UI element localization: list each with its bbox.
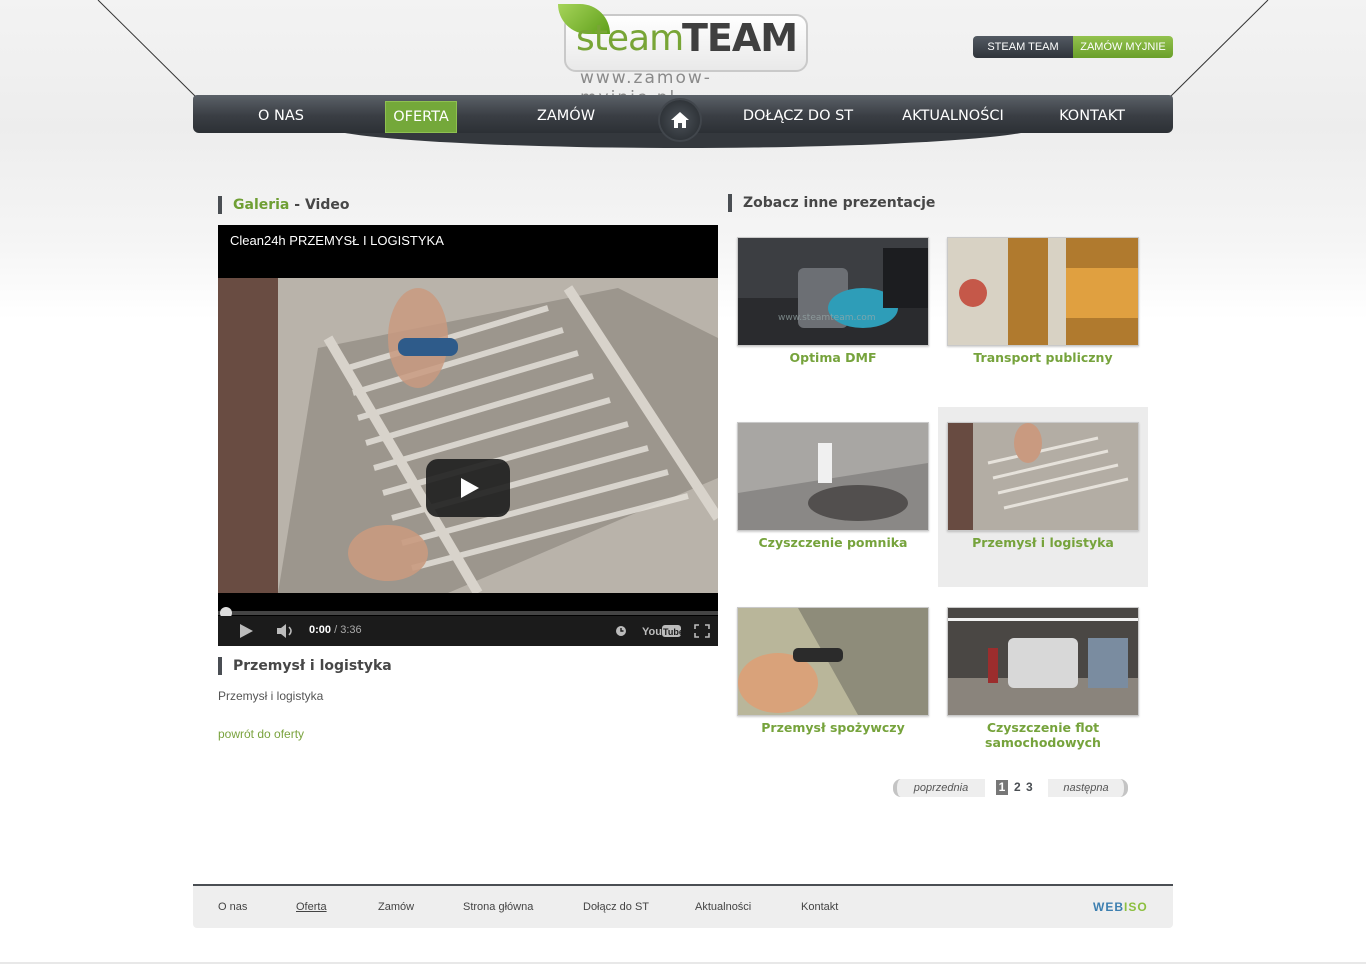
- logo-steam-text: steam: [576, 18, 684, 59]
- thumb-label-przemysl-logistyka[interactable]: Przemysł i logistyka: [938, 535, 1148, 550]
- video-progress-bar[interactable]: [218, 611, 718, 615]
- thumb-card[interactable]: www.steamteam.com Optima DMF: [728, 222, 938, 402]
- watch-later-icon[interactable]: [615, 625, 627, 637]
- thumb-label-optima-dmf[interactable]: Optima DMF: [728, 350, 938, 365]
- back-to-offer-link[interactable]: powrót do oferty: [218, 727, 304, 741]
- video-player[interactable]: Clean24h PRZEMYSŁ I LOGISTYKA 0:00 / 3:3…: [218, 225, 718, 646]
- svg-text:You: You: [642, 626, 662, 638]
- play-overlay-button[interactable]: [426, 459, 510, 517]
- thumb-label-czyszczenie-flot[interactable]: Czyszczenie flot samochodowych: [938, 720, 1148, 750]
- logo[interactable]: steam TEAM www.zamow-myjnie.pl: [558, 4, 808, 108]
- thumb-czyszczenie-flot: [948, 608, 1138, 715]
- nav-item-kontakt[interactable]: KONTAKT: [1053, 101, 1131, 131]
- footer-link-dolacz[interactable]: Dołącz do ST: [583, 901, 649, 913]
- item-heading: Przemysł i logistyka: [218, 657, 392, 675]
- video-current-time: 0:00: [309, 624, 332, 636]
- thumb-czyszczenie-pomnika: [738, 423, 928, 530]
- webiso-credit-iso: ISO: [1124, 900, 1148, 914]
- thumb-transport-publiczny: [948, 238, 1138, 345]
- webiso-credit-logo[interactable]: WEBISO: [1093, 900, 1148, 914]
- pager-prev-button[interactable]: poprzednia: [893, 779, 985, 797]
- thumb-image[interactable]: [947, 607, 1139, 716]
- thumb-card[interactable]: Przemysł spożywczy: [728, 592, 938, 772]
- gallery-heading-rest: Video: [304, 197, 350, 213]
- pager-next-button[interactable]: następna: [1048, 779, 1128, 797]
- steam-team-button[interactable]: STEAM TEAM: [973, 36, 1073, 58]
- video-title[interactable]: Clean24h PRZEMYSŁ I LOGISTYKA: [230, 233, 444, 248]
- pager-page-2[interactable]: 2: [1014, 780, 1021, 795]
- thumb-watermark: www.steamteam.com: [778, 313, 876, 323]
- thumb-card[interactable]: Czyszczenie pomnika: [728, 407, 938, 587]
- home-button[interactable]: [660, 100, 700, 140]
- thumb-optima-dmf: www.steamteam.com: [738, 238, 928, 345]
- thumb-card[interactable]: Czyszczenie flot samochodowych: [938, 592, 1148, 772]
- footer-link-zamow[interactable]: Zamów: [378, 901, 414, 913]
- video-frame[interactable]: [218, 278, 718, 593]
- pager-page-3[interactable]: 3: [1026, 780, 1033, 795]
- nav-item-aktualnosci[interactable]: AKTUALNOŚCI: [899, 101, 1007, 131]
- logo-team-text: TEAM: [682, 16, 798, 60]
- fullscreen-icon[interactable]: [694, 624, 710, 638]
- thumb-label-transport-publiczny[interactable]: Transport publiczny: [938, 350, 1148, 365]
- video-time: 0:00 / 3:36: [309, 624, 362, 636]
- thumb-label-przemysl-spozywczy[interactable]: Przemysł spożywczy: [728, 720, 938, 735]
- video-controls: 0:00 / 3:36 You Tube: [218, 616, 718, 646]
- item-description: Przemysł i logistyka: [218, 689, 324, 703]
- video-still: [218, 278, 718, 593]
- gallery-heading-dash: -: [289, 197, 305, 213]
- footer: O nas Oferta Zamów Strona główna Dołącz …: [193, 884, 1173, 928]
- thumb-image[interactable]: [737, 422, 929, 531]
- play-icon: [461, 478, 479, 498]
- home-icon: [671, 112, 689, 128]
- svg-text:Tube: Tube: [663, 627, 682, 637]
- footer-link-kontakt[interactable]: Kontakt: [801, 901, 838, 913]
- nav-item-zamow[interactable]: ZAMÓW: [531, 101, 601, 131]
- youtube-logo-icon[interactable]: You Tube: [642, 623, 682, 639]
- pager-page-1[interactable]: 1: [996, 780, 1008, 795]
- top-links: STEAM TEAM ZAMÓW MYJNIE: [973, 36, 1173, 58]
- nav-item-o-nas[interactable]: O NAS: [249, 101, 313, 131]
- thumb-przemysl-logistyka: [948, 423, 1138, 530]
- gallery-heading: Galeria - Video: [218, 196, 349, 214]
- video-duration: 3:36: [340, 624, 362, 636]
- play-small-icon[interactable]: [238, 623, 254, 639]
- thumb-card[interactable]: Transport publiczny: [938, 222, 1148, 402]
- footer-link-o-nas[interactable]: O nas: [218, 901, 247, 913]
- thumb-image[interactable]: [947, 422, 1139, 531]
- nav-item-oferta[interactable]: OFERTA: [385, 101, 457, 133]
- webiso-credit-web: WEB: [1093, 900, 1124, 914]
- footer-link-strona-glowna[interactable]: Strona główna: [463, 901, 533, 913]
- footer-link-oferta[interactable]: Oferta: [296, 901, 327, 913]
- zamow-myjnie-button[interactable]: ZAMÓW MYJNIE: [1073, 36, 1173, 58]
- others-heading: Zobacz inne prezentacje: [728, 194, 935, 212]
- gallery-heading-green: Galeria: [233, 197, 290, 213]
- thumb-przemysl-spozywczy: [738, 608, 928, 715]
- video-time-separator: /: [331, 624, 341, 636]
- thumb-image[interactable]: www.steamteam.com: [737, 237, 929, 346]
- thumb-label-czyszczenie-pomnika[interactable]: Czyszczenie pomnika: [728, 535, 938, 550]
- nav-item-dolacz[interactable]: DOŁĄCZ DO ST: [741, 101, 855, 131]
- footer-link-aktualnosci[interactable]: Aktualności: [695, 901, 751, 913]
- thumb-image[interactable]: [737, 607, 929, 716]
- thumb-card-selected[interactable]: Przemysł i logistyka: [938, 407, 1148, 587]
- thumb-image[interactable]: [947, 237, 1139, 346]
- volume-icon[interactable]: [276, 623, 296, 639]
